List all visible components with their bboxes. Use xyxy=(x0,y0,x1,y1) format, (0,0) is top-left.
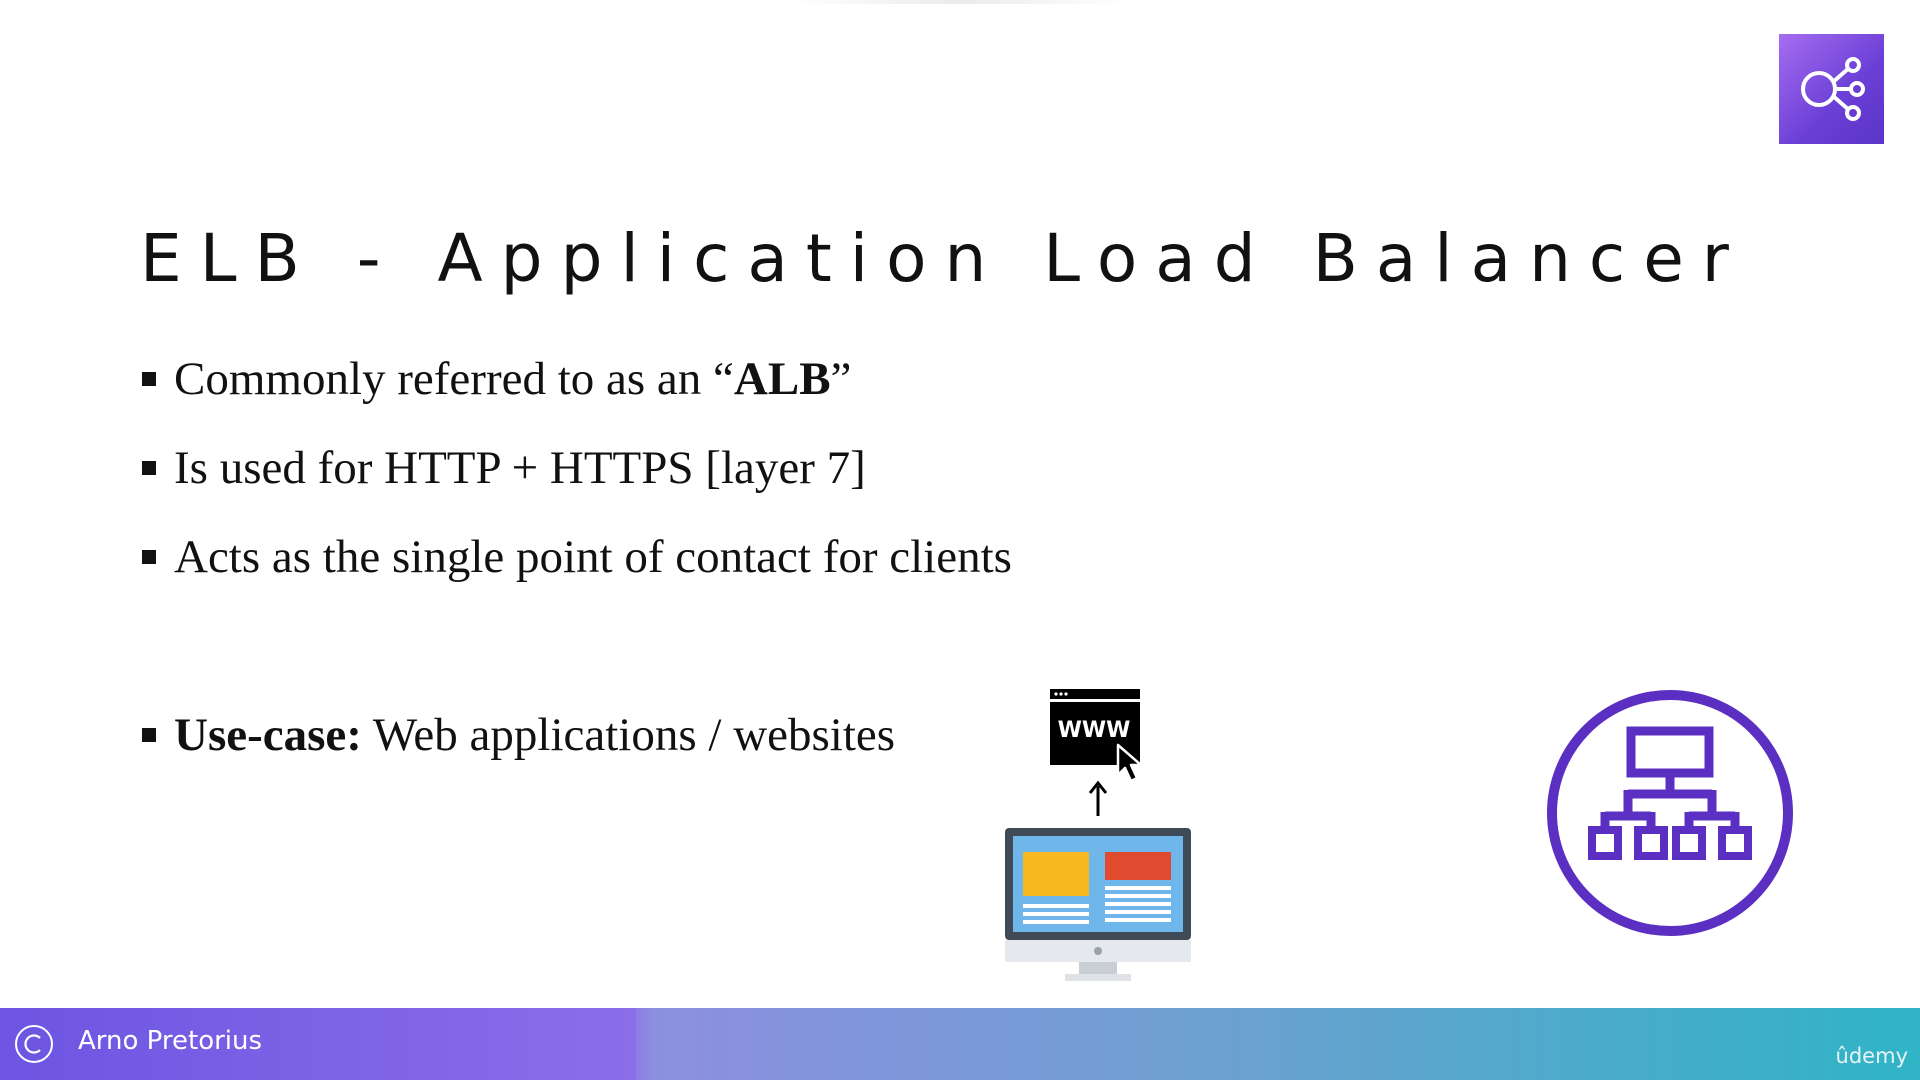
footer-bar: Arno Pretorius ûdemy xyxy=(0,1008,1920,1080)
arrow-up-icon xyxy=(1087,780,1109,822)
www-label: WWW xyxy=(1058,718,1131,743)
bullet-item: Commonly referred to as an “ALB” xyxy=(142,352,851,406)
www-browser-icon: WWW xyxy=(1048,687,1152,791)
udemy-logo: ûdemy xyxy=(1835,1044,1908,1068)
bullet-text: Is used for HTTP + HTTPS [layer 7] xyxy=(174,442,866,494)
bullet-item: Use-case: Web applications / websites xyxy=(142,708,895,762)
copyright-icon xyxy=(14,1024,54,1064)
top-shadow xyxy=(790,0,1130,4)
bullet-square-icon xyxy=(142,461,156,475)
bullet-square-icon xyxy=(142,372,156,386)
bullet-text: Use-case: Web applications / websites xyxy=(174,709,896,761)
bullet-text: Acts as the single point of contact for … xyxy=(174,531,1012,583)
bullet-item: Is used for HTTP + HTTPS [layer 7] xyxy=(142,441,866,495)
bullet-text: Commonly referred to as an “ALB” xyxy=(174,353,852,405)
application-load-balancer-icon xyxy=(1545,688,1795,942)
bullet-square-icon xyxy=(142,728,156,742)
bullet-item: Acts as the single point of contact for … xyxy=(142,530,1012,584)
author-name: Arno Pretorius xyxy=(78,1026,263,1056)
desktop-monitor-icon xyxy=(1005,828,1191,988)
elastic-load-balancing-icon xyxy=(1779,34,1884,144)
bullet-square-icon xyxy=(142,550,156,564)
slide-title: ELB - Application Load Balancer xyxy=(140,220,1747,298)
